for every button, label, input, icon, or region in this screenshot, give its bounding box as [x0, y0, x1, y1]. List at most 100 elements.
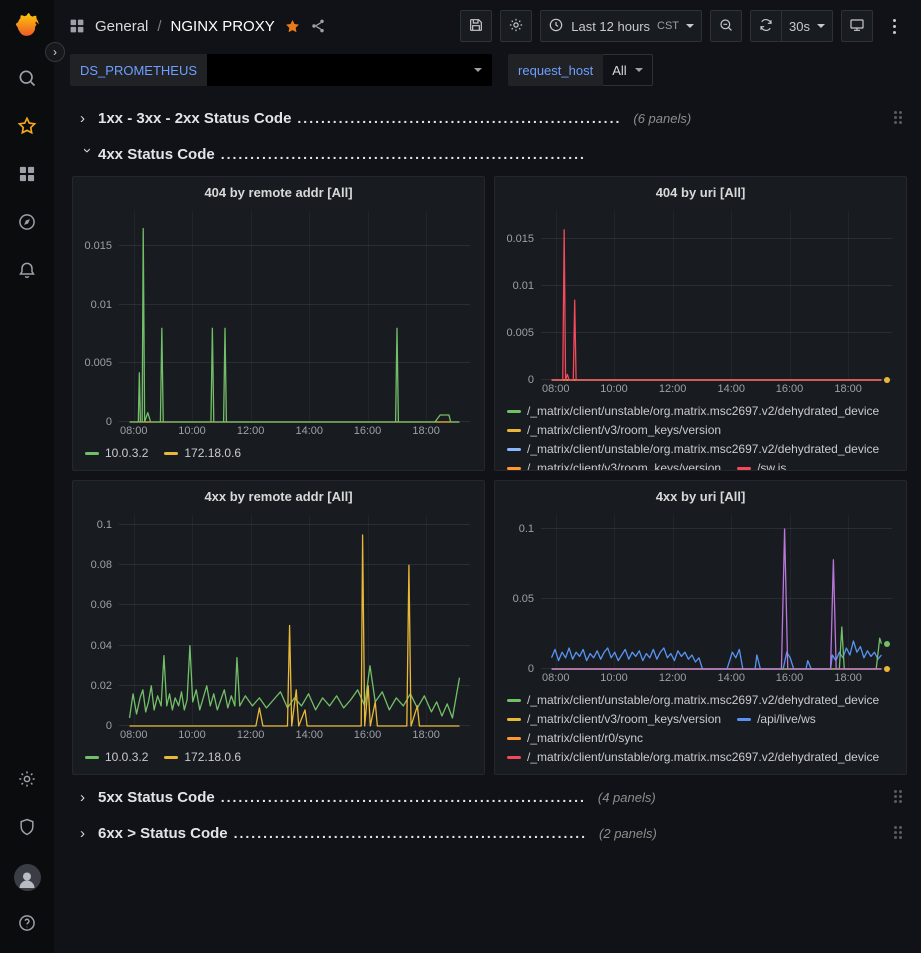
legend: 10.0.3.2 172.18.0.6 — [73, 442, 484, 470]
chevron-right-icon: › — [80, 111, 98, 126]
legend-swatch — [507, 410, 521, 413]
compass-icon — [17, 212, 37, 237]
y-tick-label: 0 — [528, 663, 534, 675]
y-tick-label: 0.005 — [506, 327, 534, 339]
row-title: 5xx Status Code — [98, 789, 215, 806]
sidebar-item-explore[interactable] — [0, 200, 54, 248]
legend-item[interactable]: /_matrix/client/r0/sync — [507, 730, 643, 747]
panel-4xx-by-uri: 4xx by uri [All] 00.050.1 08:0010:0012:0… — [494, 480, 907, 775]
grip-dots-icon — [894, 790, 897, 793]
plot-area[interactable] — [541, 515, 892, 669]
legend-swatch — [507, 467, 521, 470]
x-tick-label: 10:00 — [178, 425, 206, 437]
sidebar-item-help[interactable] — [0, 901, 54, 949]
chevron-down-icon — [817, 24, 825, 28]
legend-swatch — [85, 452, 99, 455]
top-navbar: General / NGINX PROXY Last 12 hours CST — [54, 0, 921, 52]
row-header-5xx[interactable]: › 5xx Status Code ......................… — [72, 783, 907, 811]
sidebar-item-dashboards[interactable] — [0, 152, 54, 200]
legend: /_matrix/client/unstable/org.matrix.msc2… — [495, 689, 906, 774]
x-tick-label: 18:00 — [412, 425, 440, 437]
sidebar-item-profile[interactable] — [0, 853, 54, 901]
legend-item[interactable]: /sw.js — [737, 460, 786, 470]
row-header-1xx-3xx-2xx[interactable]: › 1xx - 3xx - 2xx Status Code ..........… — [72, 104, 907, 132]
y-tick-label: 0.01 — [513, 280, 534, 292]
shield-icon — [17, 817, 37, 842]
panel-title[interactable]: 404 by uri [All] — [495, 177, 906, 207]
refresh-button[interactable] — [750, 10, 782, 42]
row-drag-handle[interactable] — [891, 110, 905, 126]
share-icon[interactable] — [310, 18, 326, 34]
legend-item[interactable]: /_matrix/client/v3/room_keys/version — [507, 460, 721, 470]
legend-item[interactable]: /_matrix/client/unstable/org.matrix.msc2… — [507, 441, 879, 458]
row-header-4xx[interactable]: › 4xx Status Code ......................… — [72, 140, 907, 168]
y-tick-label: 0.06 — [91, 599, 112, 611]
time-range-label: Last 12 hours — [571, 19, 650, 34]
legend-item[interactable]: 172.18.0.6 — [164, 749, 241, 766]
row-drag-handle[interactable] — [891, 825, 905, 841]
legend-item[interactable]: /_matrix/client/unstable/org.matrix.msc2… — [507, 692, 879, 709]
zoom-out-icon — [718, 17, 734, 36]
panel-title[interactable]: 4xx by uri [All] — [495, 481, 906, 511]
time-range-picker[interactable]: Last 12 hours CST — [540, 10, 702, 42]
sidebar-expand-button[interactable]: › — [45, 42, 65, 62]
chevron-right-icon: › — [80, 790, 98, 805]
x-tick-label: 12:00 — [237, 425, 265, 437]
main-area: General / NGINX PROXY Last 12 hours CST — [54, 0, 921, 953]
row-title-dots: ........................................… — [221, 146, 586, 162]
breadcrumb-dashboard-title[interactable]: NGINX PROXY — [171, 18, 275, 35]
legend-label: /_matrix/client/v3/room_keys/version — [527, 422, 721, 439]
x-tick-label: 16:00 — [776, 383, 804, 395]
variable-ds-prometheus: DS_PROMETHEUS — [70, 54, 492, 86]
row-title: 1xx - 3xx - 2xx Status Code — [98, 110, 291, 127]
favorite-star-icon[interactable] — [284, 18, 301, 35]
legend-label: /sw.js — [757, 460, 786, 470]
legend-item[interactable]: 10.0.3.2 — [85, 445, 148, 462]
variable-value-request-host: All — [612, 63, 626, 78]
plot-area[interactable] — [119, 211, 470, 422]
legend-label: 172.18.0.6 — [184, 445, 241, 462]
sidebar-item-alerting[interactable] — [0, 248, 54, 296]
sidebar-item-configuration[interactable] — [0, 757, 54, 805]
legend-item[interactable]: /_matrix/client/v3/room_keys/version — [507, 422, 721, 439]
zoom-out-button[interactable] — [710, 10, 742, 42]
cycle-view-button[interactable] — [841, 10, 873, 42]
save-dashboard-button[interactable] — [460, 10, 492, 42]
grafana-logo[interactable] — [11, 10, 43, 42]
panel-title[interactable]: 4xx by remote addr [All] — [73, 481, 484, 511]
refresh-control: 30s — [750, 10, 833, 42]
breadcrumb-section[interactable]: General — [95, 18, 148, 35]
legend-item[interactable]: /_matrix/client/v3/room_keys/version — [507, 711, 721, 728]
legend-item[interactable]: /api/live/ws — [737, 711, 816, 728]
row-panel-count: (4 panels) — [598, 790, 656, 805]
plot-area[interactable] — [541, 211, 892, 380]
sidebar-item-search[interactable] — [0, 56, 54, 104]
y-tick-label: 0.005 — [84, 357, 112, 369]
plot-wrap: 00.050.1 — [495, 511, 906, 669]
legend-swatch — [507, 699, 521, 702]
variable-select-ds-prometheus[interactable] — [207, 54, 492, 86]
row-header-6xx[interactable]: › 6xx > Status Code ....................… — [72, 819, 907, 847]
row-title-dots: ........................................… — [297, 110, 621, 126]
refresh-interval-select[interactable]: 30s — [782, 10, 833, 42]
sidebar-item-server-admin[interactable] — [0, 805, 54, 853]
panel-title[interactable]: 404 by remote addr [All] — [73, 177, 484, 207]
x-tick-label: 10:00 — [600, 383, 628, 395]
plot-area[interactable] — [119, 515, 470, 726]
panel-404-by-remote-addr: 404 by remote addr [All] 00.0050.010.015… — [72, 176, 485, 471]
variable-select-request-host[interactable]: All — [603, 54, 652, 86]
row-drag-handle[interactable] — [891, 789, 905, 805]
legend-item[interactable]: 10.0.3.2 — [85, 749, 148, 766]
legend-item[interactable]: 172.18.0.6 — [164, 445, 241, 462]
row-panel-count: (2 panels) — [599, 826, 657, 841]
more-options-button[interactable] — [881, 10, 907, 42]
y-tick-label: 0.05 — [513, 593, 534, 605]
legend-swatch — [164, 756, 178, 759]
x-tick-label: 18:00 — [412, 729, 440, 741]
x-tick-label: 12:00 — [659, 672, 687, 684]
legend-item[interactable]: /_matrix/client/unstable/org.matrix.msc2… — [507, 749, 879, 766]
legend-item[interactable]: /_matrix/client/unstable/org.matrix.msc2… — [507, 403, 879, 420]
dashboard-settings-button[interactable] — [500, 10, 532, 42]
star-icon — [17, 116, 37, 141]
sidebar-item-starred[interactable] — [0, 104, 54, 152]
